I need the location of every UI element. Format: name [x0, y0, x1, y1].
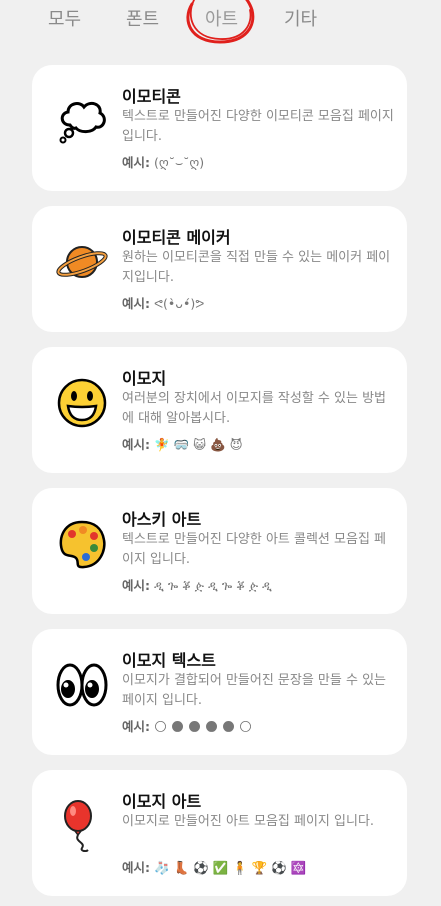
- ringed-planet-icon: [56, 246, 108, 278]
- example-value: ዲ ጐ ቖ ዽ ዲ ጐ ቖ ዽ ዲ: [153, 578, 272, 593]
- active-tab-circle-icon: [186, 0, 255, 44]
- example-value: (ღ˘⌣˘ღ): [153, 155, 205, 170]
- card-description: 이모지로 만들어진 아트 모음집 페이지 입니다.: [122, 814, 375, 829]
- example-prefix: 예시:: [122, 860, 150, 875]
- card-example: 예시: 🧦 👢 ⚽ ✅ 🧍 🏆 ⚽ 🔯: [122, 857, 306, 876]
- example-value: ᕙ(•̀ᴗ•́)ᕗ: [153, 296, 205, 311]
- card-example: 예시: (ღ˘⌣˘ღ): [122, 152, 204, 171]
- tab-etc[interactable]: 기타: [284, 5, 317, 31]
- card-title: 이모티콘: [122, 87, 181, 106]
- example-value: 🧚 🥽 😺 💩 😈: [153, 437, 243, 452]
- example-prefix: 예시:: [122, 578, 150, 593]
- card-example: 예시: ᕙ(•̀ᴗ•́)ᕗ: [122, 293, 204, 312]
- example-prefix: 예시:: [122, 437, 150, 452]
- example-prefix: 예시:: [122, 296, 150, 311]
- card-title: 이모티콘 메이커: [122, 228, 231, 247]
- card-description: 원하는 이모티콘을 직접 만들 수 있는 메이커 페이지입니다.: [122, 250, 391, 285]
- card-title: 아스키 아트: [122, 510, 202, 529]
- eyes-icon: [56, 663, 108, 707]
- card-title: 이모지 텍스트: [122, 651, 216, 670]
- thought-bubble-icon: [59, 101, 106, 144]
- card-emoji-art[interactable]: 이모지 아트 이모지로 만들어진 아트 모음집 페이지 입니다. 예시: 🧦 👢…: [32, 770, 407, 896]
- card-ascii-art[interactable]: 아스키 아트 텍스트로 만들어진 다양한 아트 콜렉션 모음집 페이지 입니다.…: [32, 488, 407, 614]
- card-example: 예시: ዲ ጐ ቖ ዽ ዲ ጐ ቖ ዽ ዲ: [122, 575, 272, 594]
- card-title: 이모지 아트: [122, 792, 202, 811]
- tab-all[interactable]: 모두: [48, 5, 81, 31]
- artist-palette-icon: [59, 520, 106, 569]
- card-example: 예시: 🧚 🥽 😺 💩 😈: [122, 434, 243, 453]
- card-description: 텍스트로 만들어진 다양한 이모티콘 모음집 페이지 입니다.: [122, 109, 394, 144]
- category-tabs: 모두 폰트 아트 기타: [0, 0, 441, 44]
- tab-fonts[interactable]: 폰트: [126, 5, 159, 31]
- card-emoji-text[interactable]: 이모지 텍스트 이모지가 결합되어 만들어진 문장을 만들 수 있는 페이지 입…: [32, 629, 407, 755]
- card-emoticon[interactable]: 이모티콘 텍스트로 만들어진 다양한 이모티콘 모음집 페이지 입니다. 예시:…: [32, 65, 407, 191]
- example-value: 🧦 👢 ⚽ ✅ 🧍 🏆 ⚽ 🔯: [153, 860, 307, 875]
- card-description: 여러분의 장치에서 이모지를 작성할 수 있는 방법에 대해 알아봅시다.: [122, 391, 386, 426]
- card-emoticon-maker[interactable]: 이모티콘 메이커 원하는 이모티콘을 직접 만들 수 있는 메이커 페이지입니다…: [32, 206, 407, 332]
- card-emoji[interactable]: 이모지 여러분의 장치에서 이모지를 작성할 수 있는 방법에 대해 알아봅시다…: [32, 347, 407, 473]
- card-title: 이모지: [122, 369, 167, 388]
- example-prefix: 예시:: [122, 155, 150, 170]
- example-value: 🌕 🌑 🌑 🌑 🌑 🌕: [153, 719, 253, 734]
- example-prefix: 예시:: [122, 719, 150, 734]
- card-description: 이모지가 결합되어 만들어진 문장을 만들 수 있는 페이지 입니다.: [122, 673, 386, 708]
- card-description: 텍스트로 만들어진 다양한 아트 콜렉션 모음집 페이지 입니다.: [122, 532, 386, 567]
- balloon-icon: [64, 800, 92, 852]
- grinning-face-icon: [57, 378, 107, 428]
- card-example: 예시: 🌕 🌑 🌑 🌑 🌑 🌕: [122, 716, 252, 735]
